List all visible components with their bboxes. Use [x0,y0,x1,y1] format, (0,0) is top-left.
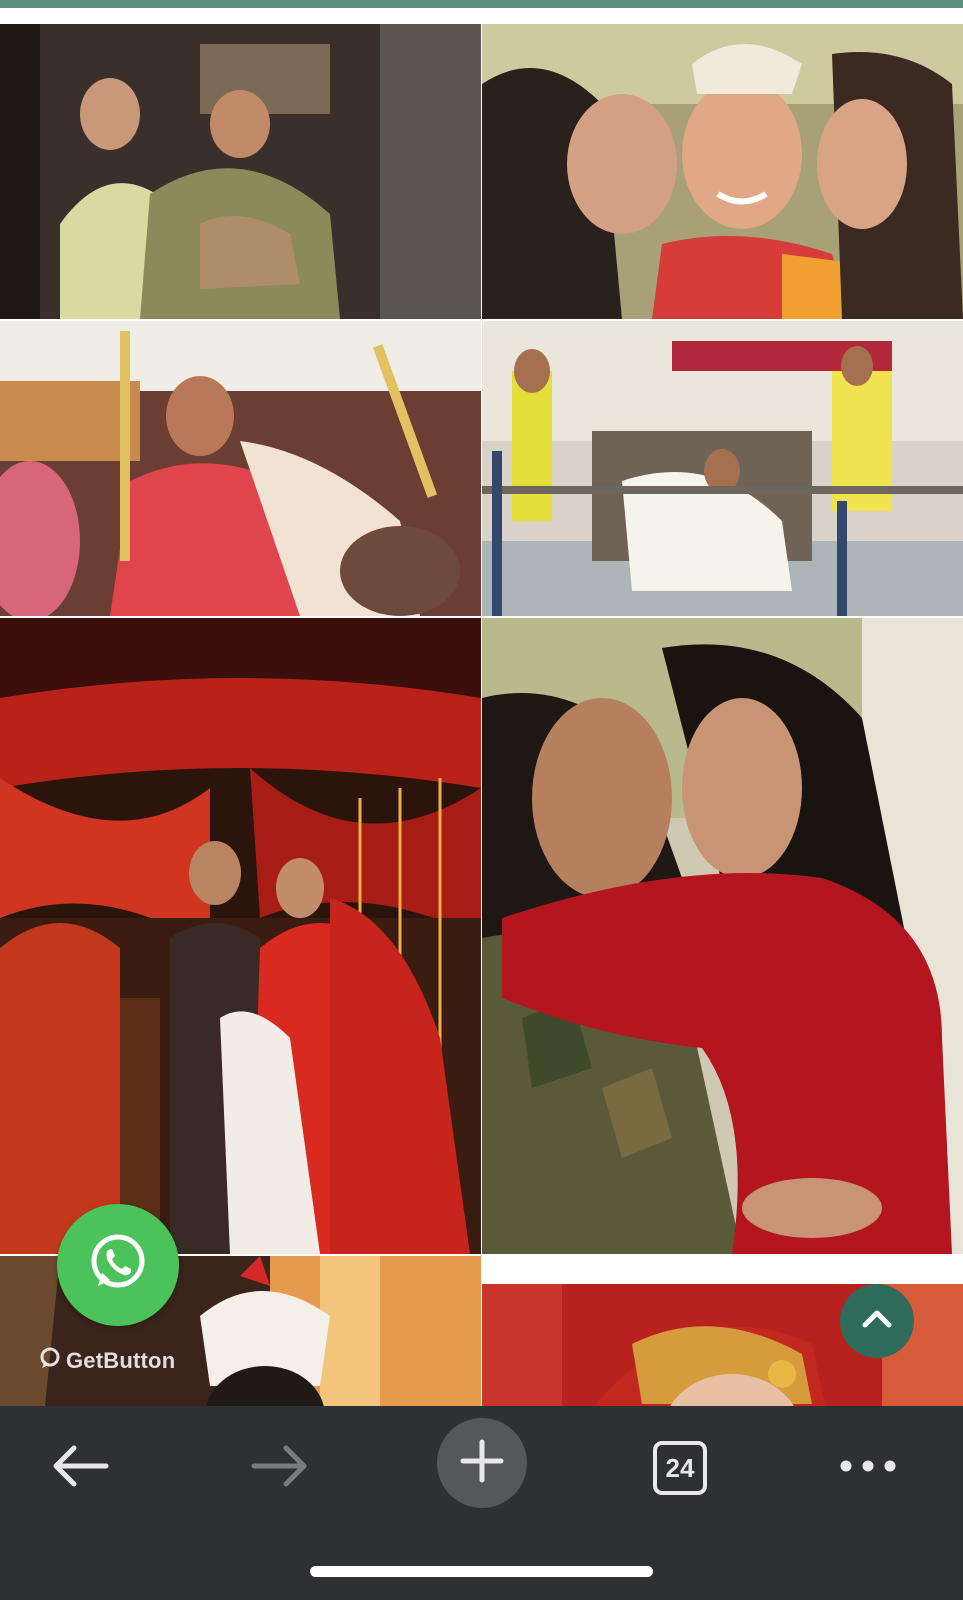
plus-icon [459,1438,505,1489]
getbutton-badge[interactable]: GetButton [38,1346,175,1376]
bride-on-palanquin-photo[interactable] [482,321,963,616]
home-indicator[interactable] [310,1566,653,1577]
tab-count: 24 [665,1452,695,1483]
chevron-up-icon [859,1301,895,1342]
couple-embrace-photo[interactable] [482,618,963,1254]
browser-toolbar: 24 [0,1406,963,1600]
arrow-left-icon [50,1443,110,1494]
forward-button[interactable] [240,1424,320,1512]
new-tab-button[interactable] [437,1418,527,1508]
whatsapp-chat-button[interactable] [57,1204,179,1326]
bride-under-canopy-photo[interactable] [0,321,481,616]
photo-gallery [0,24,963,1408]
more-menu-button[interactable] [828,1424,908,1512]
page-accent-bar [0,0,963,8]
getbutton-label: GetButton [66,1348,176,1373]
more-dots-icon [838,1458,898,1479]
tab-switcher-button[interactable]: 24 [640,1424,720,1512]
couple-mandap-photo[interactable] [0,618,481,1254]
tabs-icon: 24 [653,1441,707,1495]
couple-dance-photo[interactable] [0,24,481,319]
arrow-right-icon [250,1443,310,1494]
bride-kissed-by-friends-photo[interactable] [482,24,963,319]
getbutton-logo-icon [38,1346,62,1376]
scroll-to-top-button[interactable] [840,1284,914,1358]
whatsapp-icon [83,1228,153,1303]
back-button[interactable] [40,1424,120,1512]
